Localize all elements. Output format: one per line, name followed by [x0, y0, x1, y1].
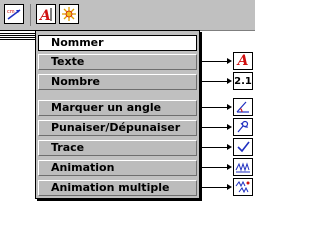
svg-text:cm: cm [7, 9, 15, 15]
menu-item-marquer-angle[interactable]: Marquer un angle [38, 100, 197, 116]
arrow-icon [227, 58, 232, 64]
popup-menu: Nommer Texte Nombre Marquer un angle Pun… [35, 30, 200, 199]
text-label-icon[interactable]: A [36, 4, 56, 24]
canvas-hatch [0, 33, 38, 41]
connector-line [201, 127, 228, 128]
arrow-icon [227, 164, 232, 170]
trace-check-icon[interactable] [233, 138, 253, 156]
arrow-icon [227, 144, 232, 150]
number-icon[interactable]: 2.1 [233, 72, 253, 90]
arrow-icon [227, 78, 232, 84]
connector-line [201, 147, 228, 148]
arrow-icon [227, 124, 232, 130]
toolbar-separator [30, 4, 31, 26]
svg-text:A: A [38, 8, 51, 23]
menu-item-nombre[interactable]: Nombre [38, 74, 197, 90]
pin-icon[interactable] [233, 118, 253, 136]
connector-line [201, 107, 228, 108]
menu-item-trace[interactable]: Trace [38, 140, 197, 156]
top-toolbar: cm A [0, 0, 255, 31]
multi-animation-icon[interactable] [233, 178, 253, 196]
menu-item-texte[interactable]: Texte [38, 54, 197, 70]
text-a-icon[interactable]: A [233, 52, 253, 70]
menu-item-animation-multiple[interactable]: Animation multiple [38, 180, 197, 196]
arrow-icon [227, 184, 232, 190]
arrow-icon [227, 104, 232, 110]
connector-line [201, 81, 228, 82]
connector-line [201, 187, 228, 188]
menu-item-animation[interactable]: Animation [38, 160, 197, 176]
star-burst-icon[interactable] [59, 4, 79, 24]
menu-item-punaiser[interactable]: Punaiser/Dépunaiser [38, 120, 197, 136]
animation-icon[interactable] [233, 158, 253, 176]
menu-item-nommer[interactable]: Nommer [38, 35, 197, 51]
compass-arrow-icon[interactable]: cm [4, 4, 24, 24]
connector-line [201, 167, 228, 168]
connector-line [201, 61, 228, 62]
angle-mark-icon[interactable] [233, 98, 253, 116]
canvas-rule [0, 30, 38, 31]
